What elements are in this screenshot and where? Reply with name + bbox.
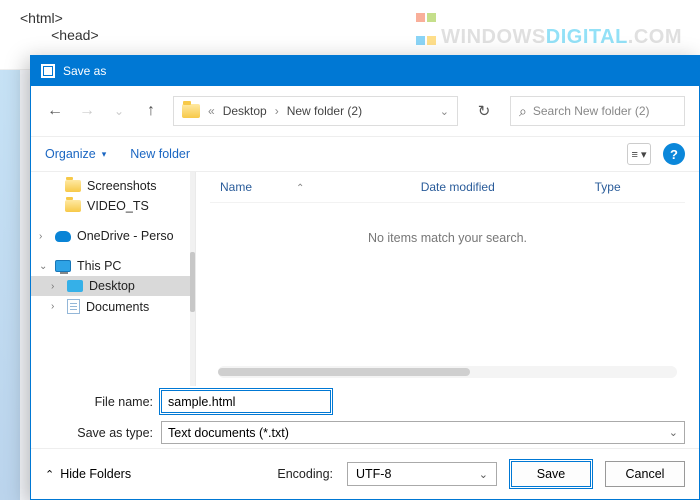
sidebar: Screenshots VIDEO_TS › OneDrive - Perso ⌄… [31, 172, 196, 386]
desktop-edge [0, 0, 20, 500]
sidebar-item-videots[interactable]: VIDEO_TS [31, 196, 195, 216]
sidebar-item-onedrive[interactable]: › OneDrive - Perso [31, 226, 195, 246]
sort-indicator-icon [292, 180, 304, 194]
save-icon [41, 64, 55, 78]
help-button[interactable]: ? [663, 143, 685, 165]
savetype-dropdown[interactable]: Text documents (*.txt) [161, 421, 685, 444]
horizontal-scrollbar[interactable] [218, 366, 677, 378]
history-dropdown[interactable] [109, 101, 129, 121]
encoding-value: UTF-8 [356, 467, 391, 481]
sidebar-label: VIDEO_TS [87, 199, 149, 213]
folder-icon [65, 180, 81, 192]
refresh-button[interactable] [470, 97, 498, 125]
chevron-right-icon[interactable]: › [39, 231, 49, 242]
toolbar: Organize New folder ≡ ▾ ? [31, 137, 699, 172]
titlebar[interactable]: Save as [31, 56, 699, 86]
filename-label: File name: [45, 395, 153, 409]
file-list-pane: Name Date modified Type No items match y… [196, 172, 699, 386]
column-type[interactable]: Type [595, 180, 675, 194]
column-headers: Name Date modified Type [210, 172, 685, 203]
breadcrumb-newfolder[interactable]: New folder (2) [287, 104, 362, 118]
watermark: WINDOWSDIGITAL.COM [415, 6, 682, 49]
sidebar-item-desktop[interactable]: › Desktop [31, 276, 195, 296]
address-bar[interactable]: « Desktop › New folder (2) ⌄ [173, 96, 458, 126]
sidebar-label: Documents [86, 300, 149, 314]
encoding-dropdown[interactable]: UTF-8 [347, 462, 497, 486]
chevron-right-icon[interactable]: › [51, 281, 61, 292]
chevron-right-icon: › [275, 104, 279, 118]
filename-input[interactable] [161, 390, 331, 413]
save-as-dialog: Save as « Desktop › New folder (2) ⌄ Sea… [30, 55, 700, 500]
windows-logo-icon [415, 6, 437, 28]
empty-message: No items match your search. [210, 203, 685, 366]
breadcrumb-desktop[interactable]: Desktop [223, 104, 267, 118]
sidebar-scrollbar[interactable] [190, 172, 195, 386]
pc-icon [55, 260, 71, 272]
sidebar-label: OneDrive - Perso [77, 229, 174, 243]
column-name[interactable]: Name [220, 180, 381, 194]
savetype-label: Save as type: [45, 426, 153, 440]
savetype-value: Text documents (*.txt) [168, 426, 289, 440]
sidebar-label: Screenshots [87, 179, 156, 193]
save-button[interactable]: Save [511, 461, 591, 487]
encoding-label: Encoding: [277, 467, 333, 481]
sidebar-item-documents[interactable]: › Documents [31, 296, 195, 317]
folder-icon [182, 104, 200, 118]
sidebar-label: Desktop [89, 279, 135, 293]
code-line: <html> [20, 10, 63, 26]
column-date[interactable]: Date modified [421, 180, 555, 194]
search-icon [519, 103, 527, 120]
dialog-title: Save as [63, 64, 106, 78]
sidebar-item-screenshots[interactable]: Screenshots [31, 176, 195, 196]
onedrive-icon [55, 231, 71, 242]
dialog-footer: Hide Folders Encoding: UTF-8 Save Cancel [31, 448, 699, 499]
chevron-right-icon[interactable]: › [51, 301, 61, 312]
hide-folders-toggle[interactable]: Hide Folders [45, 467, 131, 481]
code-line: <head> [20, 27, 99, 43]
filename-row: File name: [31, 386, 699, 417]
document-icon [67, 299, 80, 314]
breadcrumb-sep: « [208, 104, 215, 118]
up-button[interactable] [141, 101, 161, 121]
chevron-down-icon[interactable]: ⌄ [39, 261, 49, 272]
cancel-button[interactable]: Cancel [605, 461, 685, 487]
search-input[interactable]: Search New folder (2) [510, 96, 685, 126]
organize-menu[interactable]: Organize [45, 147, 106, 161]
desktop-icon [67, 280, 83, 292]
chevron-down-icon[interactable]: ⌄ [440, 105, 449, 118]
folder-icon [65, 200, 81, 212]
sidebar-label: This PC [77, 259, 121, 273]
view-options-button[interactable]: ≡ ▾ [627, 143, 651, 165]
dialog-body: Screenshots VIDEO_TS › OneDrive - Perso ⌄… [31, 172, 699, 386]
forward-button[interactable] [77, 101, 97, 121]
new-folder-button[interactable]: New folder [130, 147, 190, 161]
savetype-row: Save as type: Text documents (*.txt) [31, 417, 699, 448]
nav-row: « Desktop › New folder (2) ⌄ Search New … [31, 86, 699, 137]
search-placeholder: Search New folder (2) [533, 104, 650, 118]
back-button[interactable] [45, 101, 65, 121]
sidebar-item-thispc[interactable]: ⌄ This PC [31, 256, 195, 276]
